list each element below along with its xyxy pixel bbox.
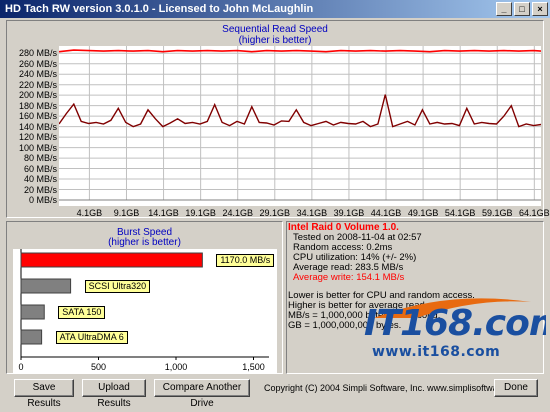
sequential-chart-subtitle: (higher is better) bbox=[238, 35, 312, 46]
y-tick-label: 140 MB/s bbox=[18, 121, 57, 132]
y-tick-label: 160 MB/s bbox=[18, 111, 57, 122]
burst-x-tick-label: 0 bbox=[18, 362, 23, 372]
burst-bar bbox=[20, 278, 72, 294]
y-tick-label: 280 MB/s bbox=[18, 48, 57, 59]
x-tick-label: 29.1GB bbox=[259, 208, 291, 218]
burst-bar-label: SATA 150 bbox=[58, 306, 106, 319]
y-tick-label: 100 MB/s bbox=[18, 142, 57, 153]
x-tick-label: 54.1GB bbox=[444, 208, 476, 218]
x-tick-label: 44.1GB bbox=[370, 208, 402, 218]
minimize-button[interactable]: _ bbox=[496, 2, 512, 16]
burst-x-tick-label: 1,500 bbox=[242, 362, 265, 372]
burst-bar-label: ATA UltraDMA 6 bbox=[55, 331, 128, 344]
read-series-line bbox=[59, 49, 541, 53]
burst-speed-panel: Burst Speed (higher is better) 0 500 1,000… bbox=[6, 221, 283, 374]
it168-logo: IT168.com www.it168.com bbox=[356, 296, 546, 366]
sequential-read-chart bbox=[59, 46, 541, 206]
sequential-chart-title: Sequential Read Speed bbox=[222, 24, 328, 35]
x-tick-label: 24.1GB bbox=[222, 208, 253, 218]
close-button[interactable]: × bbox=[532, 2, 548, 16]
sequential-read-panel: Sequential Read Speed (higher is better)… bbox=[6, 20, 550, 218]
burst-speed-chart: 0 500 1,000 1,500 bbox=[13, 249, 277, 373]
window-title-bar: HD Tach RW version 3.0.1.0 - Licensed to… bbox=[0, 0, 550, 18]
burst-x-tick-label: 500 bbox=[91, 362, 106, 372]
compare-drive-button[interactable]: Compare Another Drive bbox=[154, 379, 250, 409]
burst-bar-label: 1170.0 MB/s bbox=[216, 254, 275, 267]
done-button[interactable]: Done bbox=[494, 379, 538, 397]
x-tick-label: 49.1GB bbox=[407, 208, 439, 218]
y-tick-label: 0 MB/s bbox=[28, 195, 57, 205]
y-tick-label: 20 MB/s bbox=[23, 184, 57, 195]
y-tick-label: 60 MB/s bbox=[23, 163, 57, 174]
it168-url: www.it168.com bbox=[372, 344, 501, 360]
maximize-button[interactable]: □ bbox=[514, 2, 530, 16]
burst-chart-subtitle: (higher is better) bbox=[108, 237, 181, 248]
x-tick-label: 39.1GB bbox=[333, 208, 365, 218]
save-results-button[interactable]: Save Results bbox=[14, 379, 74, 409]
burst-bar-label: SCSI Ultra320 bbox=[84, 280, 151, 293]
window-title: HD Tach RW version 3.0.1.0 - Licensed to… bbox=[5, 3, 314, 15]
y-tick-label: 40 MB/s bbox=[23, 174, 57, 185]
x-tick-label: 59.1GB bbox=[481, 208, 513, 218]
y-tick-label: 220 MB/s bbox=[18, 79, 57, 90]
y-tick-label: 200 MB/s bbox=[18, 90, 57, 101]
copyright-text: Copyright (C) 2004 Simpli Software, Inc.… bbox=[264, 383, 526, 393]
burst-bar bbox=[20, 252, 203, 268]
x-tick-label: 14.1GB bbox=[148, 208, 179, 218]
y-tick-label: 80 MB/s bbox=[23, 153, 57, 164]
y-tick-label: 260 MB/s bbox=[18, 58, 57, 69]
x-tick-label: 64.1GB bbox=[519, 208, 550, 218]
it168-logo-text: IT168.com bbox=[364, 303, 546, 344]
burst-bar bbox=[20, 304, 45, 320]
y-tick-label: 120 MB/s bbox=[18, 132, 57, 143]
x-tick-label: 4.1GB bbox=[76, 208, 103, 218]
x-tick-label: 34.1GB bbox=[296, 208, 328, 218]
y-tick-label: 180 MB/s bbox=[18, 100, 57, 111]
x-tick-label: 9.1GB bbox=[113, 208, 140, 218]
x-tick-label: 19.1GB bbox=[185, 208, 216, 218]
burst-x-tick-label: 1,000 bbox=[165, 362, 188, 372]
burst-plot-area bbox=[13, 249, 277, 373]
burst-bar bbox=[20, 329, 43, 345]
upload-results-button[interactable]: Upload Results bbox=[82, 379, 146, 409]
average-write: Average write: 154.1 MB/s bbox=[293, 272, 405, 283]
y-tick-label: 240 MB/s bbox=[18, 69, 57, 80]
